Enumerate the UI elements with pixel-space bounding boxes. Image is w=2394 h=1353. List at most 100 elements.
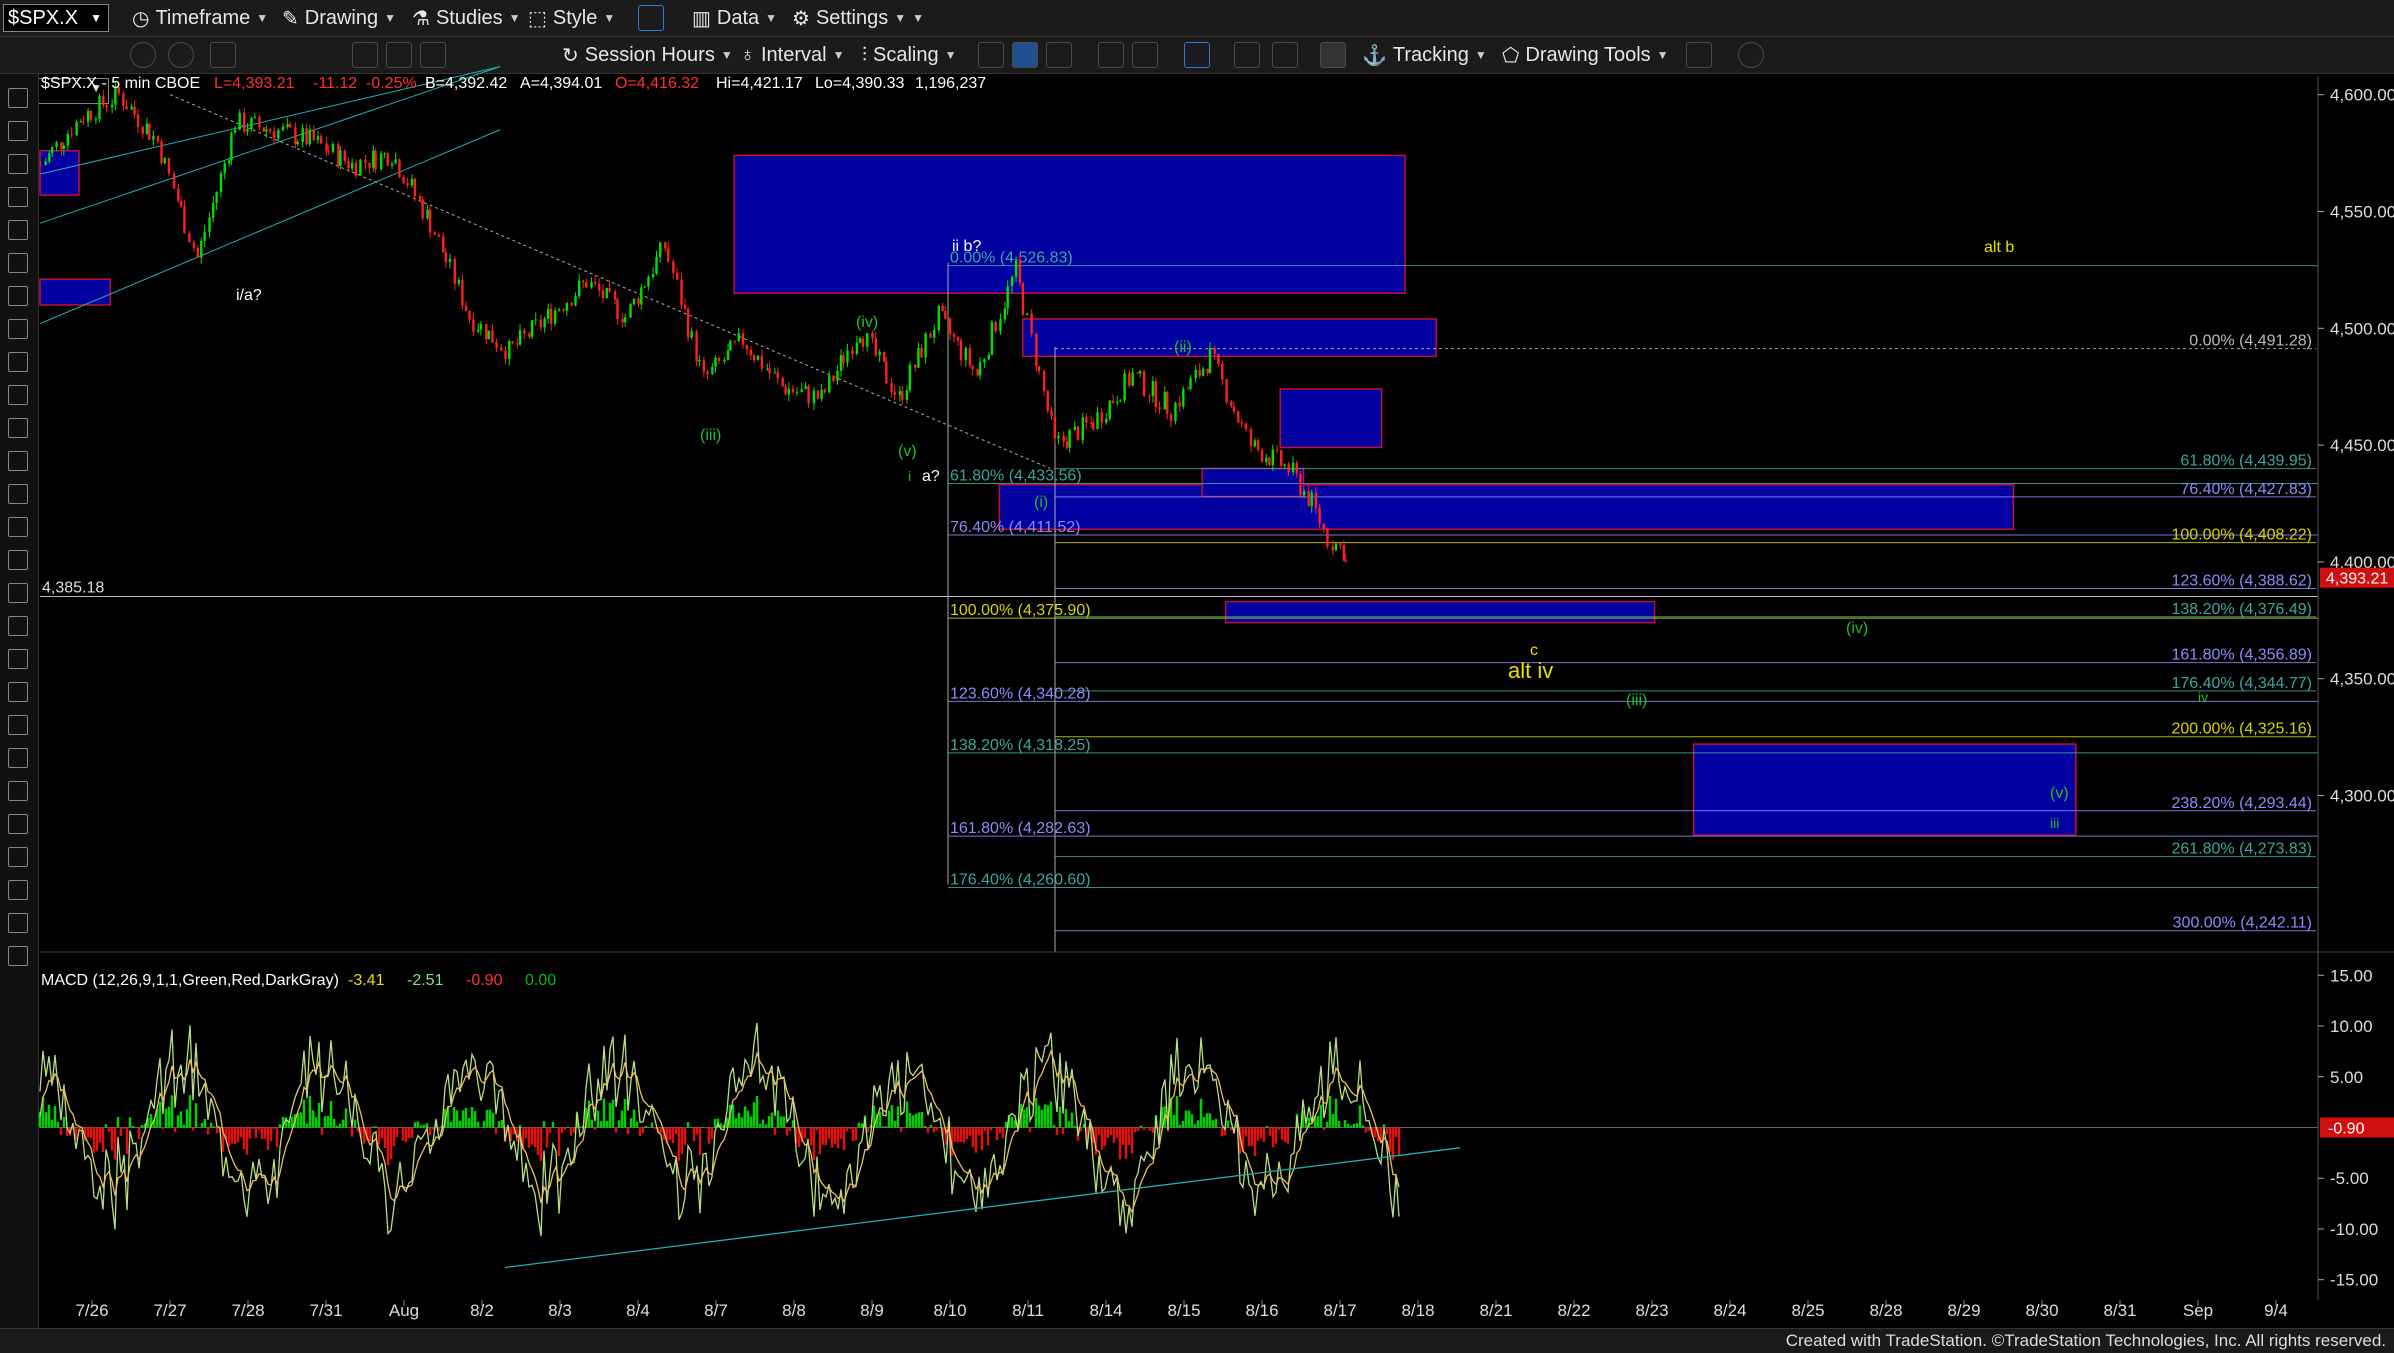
candle-body	[125, 106, 128, 110]
candle-body	[590, 281, 593, 288]
candle-body	[1128, 373, 1131, 386]
candle-body	[183, 206, 186, 234]
candle-body	[737, 333, 740, 342]
candle-body	[795, 391, 799, 393]
wave-label: (iii)	[700, 427, 721, 444]
candle-body	[1291, 462, 1295, 473]
candle-body	[695, 331, 698, 362]
candle-body	[286, 124, 289, 127]
candle-body	[534, 319, 537, 321]
candle-body	[136, 114, 140, 127]
candle-body	[791, 388, 795, 393]
candle-body	[675, 272, 679, 280]
candle-body	[1092, 422, 1095, 429]
candle-body	[549, 308, 553, 324]
candle-body	[1256, 440, 1260, 450]
fib-label: 100.00% (4,408.22)	[2171, 527, 2312, 544]
candle-body	[98, 95, 101, 120]
candle-body	[1240, 422, 1243, 424]
candle-body	[546, 308, 550, 319]
candle-body	[766, 368, 769, 370]
candle-body	[723, 360, 726, 362]
candle-body	[800, 389, 803, 392]
candle-body	[1169, 413, 1173, 421]
wave-label: iii	[2050, 815, 2059, 831]
candle-body	[861, 338, 865, 347]
candle-body	[258, 117, 261, 128]
candle-body	[842, 355, 845, 363]
candle-body	[1230, 401, 1233, 407]
candle-body	[308, 129, 311, 145]
candle-body	[717, 357, 721, 361]
candle-body	[428, 209, 432, 233]
candle-body	[1018, 259, 1022, 283]
candle-body	[971, 365, 974, 370]
candle-body	[1166, 392, 1169, 414]
candle-body	[50, 147, 54, 154]
candle-body	[832, 375, 835, 381]
candle-body	[337, 144, 340, 166]
fib-label: 261.80% (4,273.83)	[2171, 841, 2312, 858]
candle-body	[122, 93, 125, 107]
macd-value: -3.41	[348, 972, 385, 989]
candle-body	[1334, 543, 1338, 551]
candle-body	[402, 176, 405, 184]
candle-body	[1119, 400, 1122, 402]
candle-body	[1326, 528, 1329, 547]
candle-body	[390, 163, 394, 166]
candle-body	[741, 333, 745, 345]
candle-body	[1148, 395, 1151, 397]
wave-label: (iv)	[856, 314, 878, 331]
candle-body	[574, 296, 577, 306]
candle-body	[920, 347, 923, 358]
candle-body	[956, 336, 960, 341]
candle-body	[294, 127, 297, 145]
candle-body	[410, 179, 414, 186]
candle-body	[1108, 400, 1111, 419]
fib-label: 176.40% (4,344.77)	[2171, 675, 2312, 692]
candle-body	[908, 364, 912, 391]
candle-body	[562, 309, 565, 311]
candle-body	[608, 287, 611, 292]
candle-body	[487, 330, 491, 340]
candle-body	[1253, 440, 1257, 447]
candle-body	[1035, 333, 1038, 367]
candle-body	[316, 136, 320, 141]
candle-body	[672, 261, 675, 273]
candle-body	[1265, 457, 1268, 462]
fib-label: 123.60% (4,340.28)	[950, 685, 1091, 702]
y-tick-label: 4,550.00	[2330, 202, 2394, 221]
candle-body	[1322, 523, 1325, 529]
candle-body	[457, 279, 461, 284]
candle-body	[437, 234, 440, 237]
ask-price: A=4,394.01	[520, 75, 602, 92]
candle-body	[914, 364, 917, 368]
candle-body	[952, 333, 956, 337]
candle-body	[836, 370, 839, 381]
candle-body	[79, 121, 83, 123]
candle-body	[846, 350, 849, 363]
candle-body	[702, 360, 706, 372]
candle-body	[444, 252, 447, 263]
low-price: Lo=4,390.33	[815, 75, 905, 92]
candle-body	[167, 157, 171, 174]
candle-body	[359, 159, 362, 176]
candle-body	[1344, 560, 1347, 562]
candle-body	[48, 153, 51, 162]
chart-canvas[interactable]: 0.00% (4,526.83)61.80% (4,433.56)76.40% …	[0, 0, 2394, 1353]
candle-body	[1307, 491, 1310, 506]
x-tick-label: Sep	[2183, 1301, 2213, 1320]
candle-body	[1178, 402, 1181, 407]
candle-body	[141, 126, 144, 134]
y-tick-label: 4,600.00	[2330, 86, 2394, 105]
candle-body	[640, 287, 643, 305]
x-tick-label: 8/8	[782, 1301, 806, 1320]
candle-body	[773, 372, 777, 374]
candle-body	[874, 338, 877, 356]
candle-body	[277, 130, 280, 139]
candle-body	[1073, 426, 1076, 431]
candle-body	[227, 160, 231, 164]
candle-body	[55, 142, 58, 148]
candle-body	[1010, 276, 1014, 287]
x-tick-label: 9/4	[2264, 1301, 2288, 1320]
